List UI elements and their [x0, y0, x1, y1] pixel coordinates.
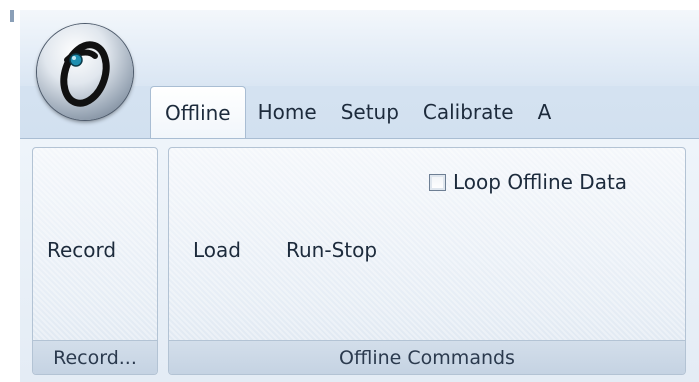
- ribbon-group-record: Record Record...: [32, 147, 158, 375]
- application-menu-button[interactable]: [37, 24, 133, 120]
- run-stop-button[interactable]: Run-Stop: [284, 236, 379, 264]
- group-caption-record[interactable]: Record...: [33, 340, 157, 374]
- tab-offline[interactable]: Offline: [150, 86, 246, 138]
- record-button[interactable]: Record: [45, 236, 118, 264]
- window-frame-corner: [10, 10, 14, 22]
- group-caption-offline-commands: Offline Commands: [169, 340, 685, 374]
- tab-setup[interactable]: Setup: [329, 86, 411, 138]
- loop-offline-data-label: Loop Offline Data: [453, 170, 628, 194]
- ribbon-panel: Record Record... Loop Offline Data Load …: [20, 138, 699, 382]
- ribbon-tab-strip: Offline Home Setup Calibrate A: [150, 86, 563, 138]
- tab-calibrate[interactable]: Calibrate: [411, 86, 526, 138]
- checkbox-box[interactable]: [429, 173, 446, 191]
- load-button[interactable]: Load: [191, 236, 243, 264]
- tab-partial[interactable]: A: [526, 86, 564, 138]
- ribbon-group-offline-commands: Loop Offline Data Load Run-Stop Offline …: [168, 147, 686, 375]
- loop-offline-data-checkbox[interactable]: Loop Offline Data: [429, 170, 627, 194]
- app-logo-icon: [60, 41, 110, 107]
- tab-home[interactable]: Home: [246, 86, 329, 138]
